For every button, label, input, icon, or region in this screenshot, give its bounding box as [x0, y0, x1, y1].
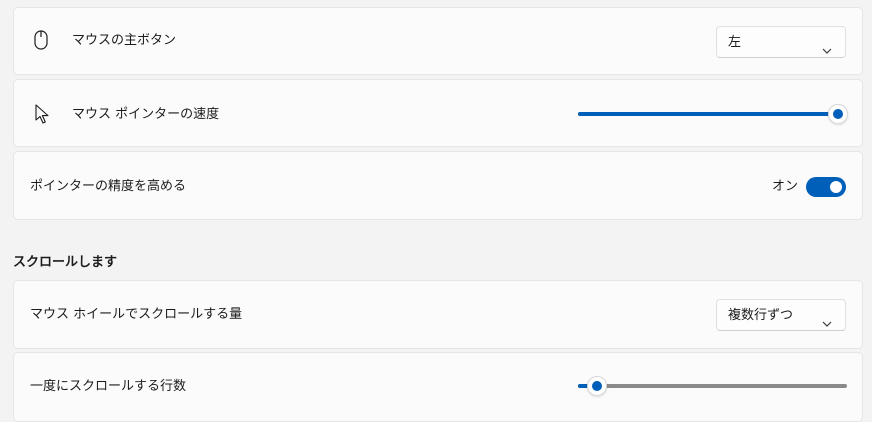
pointer-speed-label: マウス ポインターの速度	[72, 107, 220, 122]
wheel-scroll-card: マウス ホイールでスクロールする量 複数行ずつ	[13, 280, 863, 349]
pointer-precision-toggle[interactable]	[806, 177, 846, 197]
slider-thumb[interactable]	[586, 376, 607, 396]
scroll-section-title: スクロールします	[13, 255, 118, 270]
lines-to-scroll-label: 一度にスクロールする行数	[30, 379, 187, 394]
mouse-icon	[34, 30, 48, 54]
primary-button-label: マウスの主ボタン	[72, 33, 177, 48]
lines-to-scroll-card: 一度にスクロールする行数	[13, 352, 863, 422]
pointer-speed-slider[interactable]	[578, 104, 848, 124]
slider-thumb[interactable]	[828, 104, 848, 124]
pointer-precision-state: オン	[772, 179, 799, 194]
slider-track	[578, 384, 847, 388]
slider-fill	[578, 112, 838, 116]
pointer-icon	[34, 104, 50, 128]
pointer-speed-card: マウス ポインターの速度	[13, 79, 863, 147]
wheel-scroll-dropdown[interactable]: 複数行ずつ	[716, 299, 846, 331]
wheel-scroll-value: 複数行ずつ	[728, 308, 794, 323]
toggle-knob	[830, 181, 842, 193]
primary-button-dropdown[interactable]: 左	[716, 26, 846, 58]
pointer-precision-card: ポインターの精度を高める オン	[13, 151, 863, 220]
chevron-down-icon	[822, 39, 832, 58]
pointer-precision-label: ポインターの精度を高める	[30, 179, 187, 194]
chevron-down-icon	[822, 312, 832, 331]
lines-to-scroll-slider[interactable]	[578, 376, 847, 396]
wheel-scroll-label: マウス ホイールでスクロールする量	[30, 307, 243, 322]
primary-button-card: マウスの主ボタン 左	[13, 7, 863, 75]
primary-button-value: 左	[728, 35, 742, 50]
